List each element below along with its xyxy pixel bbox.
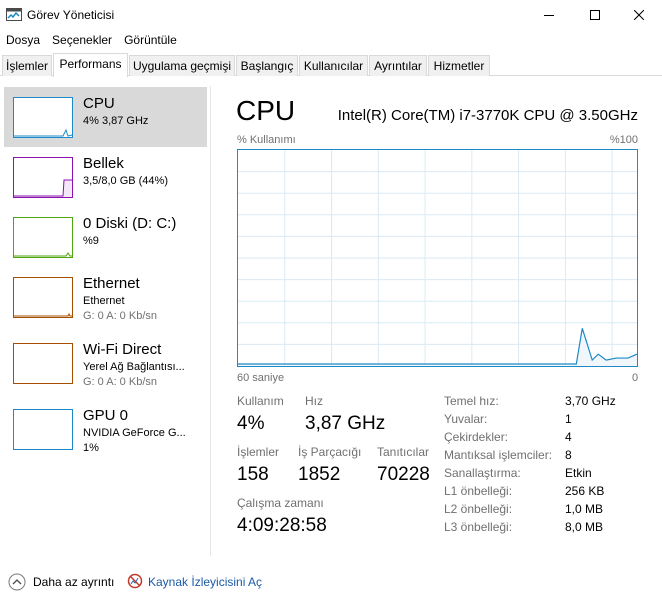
sidebar-item-title: Ethernet bbox=[83, 275, 140, 292]
speed-value: 3,87 GHz bbox=[305, 413, 386, 434]
sidebar-item-throughput: G: 0 A: 0 Kb/sn bbox=[83, 376, 157, 388]
l1-cache-value: 256 KB bbox=[565, 484, 605, 498]
sidebar-item-title: 0 Diski (D: C:) bbox=[83, 215, 177, 232]
sidebar-item-wifi-direct[interactable]: Wi-Fi Direct Yerel Ağ Bağlantısı... G: 0… bbox=[4, 333, 207, 393]
minimize-button[interactable] bbox=[526, 0, 572, 30]
sidebar-item-throughput: G: 0 A: 0 Kb/sn bbox=[83, 310, 157, 322]
menu-view[interactable]: Görüntüle bbox=[118, 31, 183, 51]
tab-performance[interactable]: Performans bbox=[53, 53, 128, 77]
sidebar-item-title: CPU bbox=[83, 95, 115, 112]
disk-thumbnail-graph bbox=[13, 217, 73, 258]
sidebar-item-subtitle: Yerel Ağ Bağlantısı... bbox=[83, 361, 185, 373]
sidebar-item-subtitle: NVIDIA GeForce G... bbox=[83, 427, 186, 439]
virtualization-label: Sanallaştırma: bbox=[444, 466, 521, 480]
sidebar-item-cpu[interactable]: CPU 4% 3,87 GHz bbox=[4, 87, 207, 147]
sidebar-divider bbox=[210, 86, 211, 556]
graph-x-right-label: 0 bbox=[632, 372, 639, 384]
l1-cache-label: L1 önbelleği: bbox=[444, 484, 513, 498]
maximize-button[interactable] bbox=[572, 0, 618, 30]
uptime-value: 4:09:28:58 bbox=[237, 515, 327, 536]
sidebar-item-subtitle: Ethernet bbox=[83, 295, 125, 307]
sidebar-item-ethernet[interactable]: Ethernet Ethernet G: 0 A: 0 Kb/sn bbox=[4, 267, 207, 327]
tab-startup[interactable]: Başlangıç bbox=[236, 55, 298, 76]
speed-label: Hız bbox=[305, 394, 323, 408]
gpu-thumbnail-graph bbox=[13, 409, 73, 450]
ethernet-thumbnail-graph bbox=[13, 277, 73, 318]
threads-label: İş Parçacığı bbox=[298, 445, 362, 459]
uptime-label: Çalışma zamanı bbox=[237, 496, 324, 510]
menu-options[interactable]: Seçenekler bbox=[46, 31, 118, 51]
sockets-label: Yuvalar: bbox=[444, 412, 488, 426]
performance-sidebar: CPU 4% 3,87 GHz Bellek 3,5/8,0 GB (44%) … bbox=[0, 86, 210, 556]
menu-file[interactable]: Dosya bbox=[0, 31, 46, 51]
tab-services[interactable]: Hizmetler bbox=[428, 55, 490, 76]
cpu-model-name: Intel(R) Core(TM) i7-3770K CPU @ 3.50GHz bbox=[337, 107, 638, 124]
window-title: Görev Yöneticisi bbox=[27, 8, 115, 22]
sidebar-item-memory[interactable]: Bellek 3,5/8,0 GB (44%) bbox=[4, 147, 207, 207]
tab-details[interactable]: Ayrıntılar bbox=[369, 55, 427, 76]
sidebar-item-subtitle: 3,5/8,0 GB (44%) bbox=[83, 175, 168, 187]
l3-cache-value: 8,0 MB bbox=[565, 520, 604, 534]
l2-cache-value: 1,0 MB bbox=[565, 502, 604, 516]
minimize-icon bbox=[544, 15, 554, 16]
sidebar-item-title: Wi-Fi Direct bbox=[83, 341, 162, 358]
title-bar: Görev Yöneticisi bbox=[0, 0, 662, 30]
sidebar-item-usage: 1% bbox=[83, 442, 99, 454]
sidebar-item-disk[interactable]: 0 Diski (D: C:) %9 bbox=[4, 207, 207, 267]
resource-monitor-icon bbox=[127, 573, 143, 589]
tab-processes[interactable]: İşlemler bbox=[2, 55, 52, 76]
tab-app-history[interactable]: Uygulama geçmişi bbox=[129, 55, 235, 76]
sidebar-item-subtitle: 4% 3,87 GHz bbox=[83, 115, 149, 127]
sidebar-item-title: GPU 0 bbox=[83, 407, 129, 424]
cores-value: 4 bbox=[565, 430, 572, 444]
handles-value: 70228 bbox=[377, 464, 430, 485]
graph-grid bbox=[238, 150, 637, 366]
cpu-usage-graph bbox=[237, 149, 638, 367]
task-manager-icon bbox=[6, 8, 22, 21]
usage-value: 4% bbox=[237, 413, 265, 434]
tab-users[interactable]: Kullanıcılar bbox=[299, 55, 368, 76]
processes-value: 158 bbox=[237, 464, 269, 485]
processes-label: İşlemler bbox=[237, 445, 280, 459]
l3-cache-label: L3 önbelleği: bbox=[444, 520, 513, 534]
page-title: CPU bbox=[236, 95, 296, 126]
graph-y-label: % Kullanımı bbox=[237, 134, 296, 146]
sidebar-item-title: Bellek bbox=[83, 155, 124, 172]
handles-label: Tanıtıcılar bbox=[377, 445, 430, 459]
sidebar-item-gpu[interactable]: GPU 0 NVIDIA GeForce G... 1% bbox=[4, 399, 207, 459]
fewer-details-button[interactable]: Daha az ayrıntı bbox=[33, 575, 114, 589]
close-icon bbox=[634, 10, 644, 20]
virtualization-value: Etkin bbox=[565, 466, 592, 480]
sidebar-item-subtitle: %9 bbox=[83, 235, 99, 247]
close-button[interactable] bbox=[616, 0, 662, 30]
open-resource-monitor-link[interactable]: Kaynak İzleyicisini Aç bbox=[148, 575, 262, 589]
cpu-usage-line bbox=[238, 328, 637, 365]
logical-processors-label: Mantıksal işlemciler: bbox=[444, 448, 553, 462]
logical-processors-value: 8 bbox=[565, 448, 572, 462]
menu-bar: Dosya Seçenekler Görüntüle bbox=[0, 31, 662, 51]
maximize-icon bbox=[590, 10, 600, 20]
threads-value: 1852 bbox=[298, 464, 341, 485]
l2-cache-label: L2 önbelleği: bbox=[444, 502, 513, 516]
cores-label: Çekirdekler: bbox=[444, 430, 509, 444]
footer: Daha az ayrıntı Kaynak İzleyicisini Aç bbox=[0, 566, 662, 605]
sockets-value: 1 bbox=[565, 412, 572, 426]
cpu-thumbnail-graph bbox=[13, 97, 73, 138]
wifi-direct-thumbnail-graph bbox=[13, 343, 73, 384]
memory-thumbnail-graph bbox=[13, 157, 73, 198]
chevron-up-icon[interactable] bbox=[8, 573, 26, 591]
base-speed-value: 3,70 GHz bbox=[565, 394, 616, 408]
graph-y-max-label: %100 bbox=[609, 134, 638, 146]
usage-label: Kullanım bbox=[237, 394, 284, 408]
base-speed-label: Temel hız: bbox=[444, 394, 499, 408]
graph-x-left-label: 60 saniye bbox=[237, 372, 285, 384]
tab-strip: İşlemler Performans Uygulama geçmişi Baş… bbox=[0, 53, 662, 77]
